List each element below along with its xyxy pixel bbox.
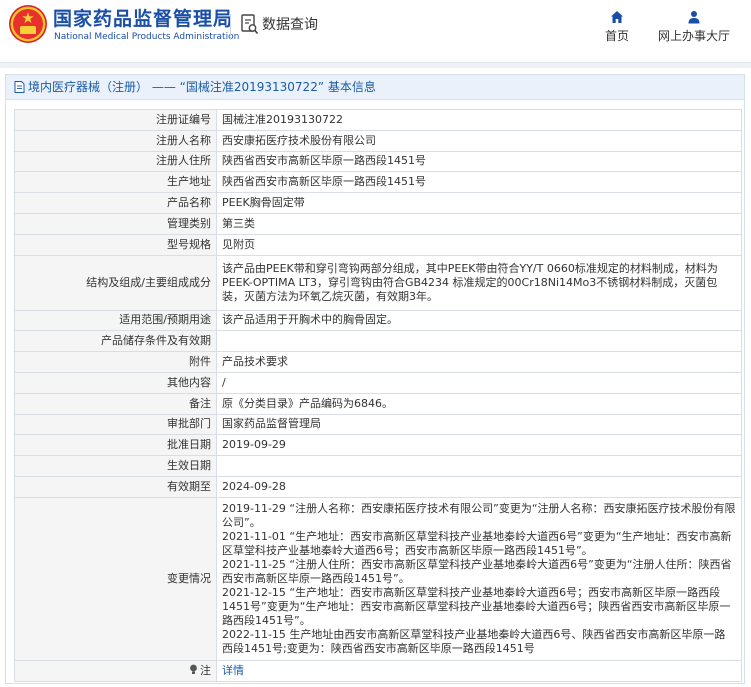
field-label: 有效期至 [14,475,217,498]
field-value: 第三类 [216,212,742,235]
field-value [216,330,742,353]
change-item: 2021-11-01 “生产地址：西安市高新区草堂科技产业基地秦岭大道西6号”变… [222,529,732,557]
table-row: 注册证编号 国械注准20193130722 [14,109,742,131]
field-value: 陕西省西安市高新区毕原一路西段1451号 [216,150,742,173]
site-header: ★ 国家药品监督管理局 National Medical Products Ad… [0,0,751,58]
field-label: 批准日期 [14,434,217,457]
change-item: 2019-11-29 “注册人名称：西安康拓医疗技术有限公司”变更为“注册人名称… [222,501,736,529]
table-row: 注 详情 [14,659,742,682]
field-label: 其他内容 [14,371,217,394]
table-row: 结构及组成/主要组成成分 该产品由PEEK带和穿引弯钩两部分组成，其中PEEK带… [14,254,742,311]
header-divider [230,14,231,40]
field-label: 产品名称 [14,192,217,214]
field-value: 陕西省西安市高新区毕原一路西段1451号 [216,171,742,194]
field-label: 注册人住所 [14,150,217,173]
breadcrumb-text: 境内医疗器械（注册） —— “国械注准20193130722” 基本信息 [28,80,376,94]
national-emblem-icon: ★ [9,5,47,43]
bulb-icon [190,664,197,674]
field-value: / [216,371,742,394]
nav-home-label: 首页 [604,29,629,43]
field-label: 注册人名称 [14,129,217,152]
document-icon [14,81,25,93]
field-label: 审批部门 [14,413,217,436]
field-label: 生效日期 [14,455,217,477]
table-row: 产品储存条件及有效期 [14,330,742,353]
field-value: 2019-09-29 [216,434,742,457]
change-item: 2021-12-15 “生产地址：西安市高新区草堂科技产业基地秦岭大道西6号；西… [222,585,731,627]
change-item: 2022-11-15 生产地址由西安市高新区草堂科技产业基地秦岭大道西6号、陕西… [222,627,726,655]
table-row: 备注 原《分类目录》产品编码为6846。 [14,392,742,415]
table-row: 注册人住所 陕西省西安市高新区毕原一路西段1451号 [14,150,742,173]
table-row: 批准日期 2019-09-29 [14,434,742,457]
table-row: 型号规格 见附页 [14,233,742,256]
field-label: 变更情况 [14,496,217,661]
detail-panel: 境内医疗器械（注册） —— “国械注准20193130722” 基本信息 注册证… [5,74,745,684]
table-row: 管理类别 第三类 [14,212,742,235]
note-label: 注 [200,663,211,677]
field-value: 详情 [216,659,742,682]
field-value: 原《分类目录》产品编码为6846。 [216,392,742,415]
field-label: 注册证编号 [14,109,217,131]
person-icon [688,11,700,24]
table-row: 变更情况 2019-11-29 “注册人名称：西安康拓医疗技术有限公司”变更为“… [14,496,742,661]
field-value: 西安康拓医疗技术股份有限公司 [216,129,742,152]
table-row: 产品名称 PEEK胸骨固定带 [14,192,742,214]
field-value: 产品技术要求 [216,351,742,373]
field-value: 国家药品监督管理局 [216,413,742,436]
field-value [216,455,742,477]
table-row: 生效日期 [14,455,742,477]
org-name-en: National Medical Products Administration [54,32,240,42]
change-item: 2021-11-25 “注册人住所：西安市高新区草堂科技产业基地秦岭大道西6号”… [222,557,732,585]
document-search-icon [241,14,259,35]
field-value: 国械注准20193130722 [216,109,742,131]
field-value: 该产品适用于开胸术中的胸骨固定。 [216,309,742,332]
field-label: 管理类别 [14,212,217,235]
field-value: PEEK胸骨固定带 [216,192,742,214]
nav-home-link[interactable]: 首页 [599,10,635,44]
field-label: 产品储存条件及有效期 [14,330,217,353]
table-row: 生产地址 陕西省西安市高新区毕原一路西段1451号 [14,171,742,194]
field-label: 备注 [14,392,217,415]
registration-info-table: 注册证编号 国械注准20193130722 注册人名称 西安康拓医疗技术股份有限… [14,109,742,682]
change-history: 2019-11-29 “注册人名称：西安康拓医疗技术有限公司”变更为“注册人名称… [216,496,742,661]
nav-online-hall-link[interactable]: 网上办事大厅 [652,10,736,44]
field-label: 型号规格 [14,233,217,256]
field-value: 2024-09-28 [216,475,742,498]
table-row: 有效期至 2024-09-28 [14,475,742,498]
field-label: 附件 [14,351,217,373]
field-value: 该产品由PEEK带和穿引弯钩两部分组成，其中PEEK带由符合YY/T 0660标… [216,254,742,311]
table-row: 适用范围/预期用途 该产品适用于开胸术中的胸骨固定。 [14,309,742,332]
note-label-cell: 注 [14,659,217,682]
table-row: 附件 产品技术要求 [14,351,742,373]
home-icon [611,11,623,23]
field-label: 适用范围/预期用途 [14,309,217,332]
table-row: 注册人名称 西安康拓医疗技术股份有限公司 [14,129,742,152]
field-value: 见附页 [216,233,742,256]
field-label: 结构及组成/主要组成成分 [14,254,217,311]
field-label: 生产地址 [14,171,217,194]
table-row: 审批部门 国家药品监督管理局 [14,413,742,436]
breadcrumb: 境内医疗器械（注册） —— “国械注准20193130722” 基本信息 [6,75,744,100]
header-separator-bar [0,62,751,68]
org-name-cn[interactable]: 国家药品监督管理局 [53,8,233,30]
section-title: 数据查询 [262,17,318,33]
nav-online-hall-label: 网上办事大厅 [657,29,730,43]
table-row: 其他内容 / [14,371,742,394]
details-link[interactable]: 详情 [222,664,244,677]
